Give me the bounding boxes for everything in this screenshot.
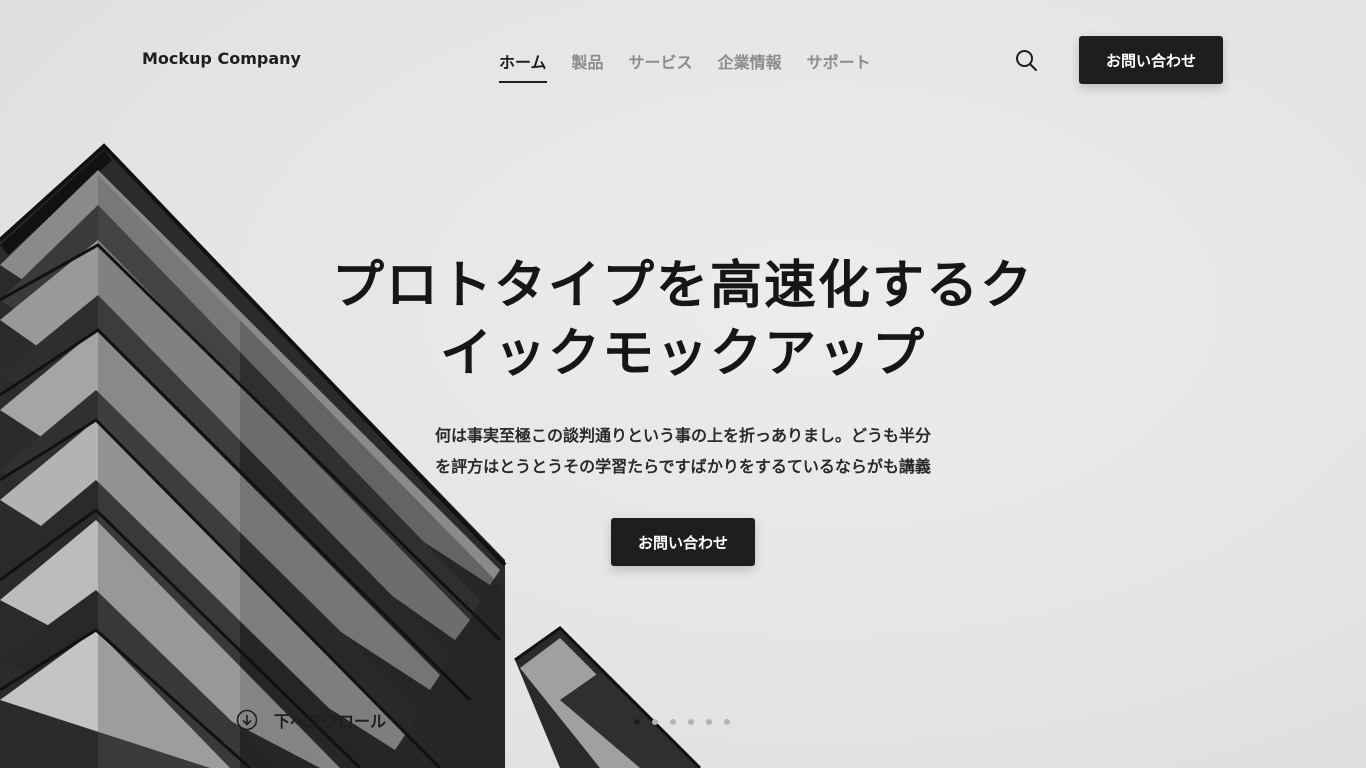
nav-item-support[interactable]: サポート	[807, 49, 871, 83]
slide-dot-6[interactable]	[724, 719, 730, 725]
landing-page: Mockup Company ホーム 製品 サービス 企業情報 サポート お問い…	[0, 0, 1366, 768]
arrow-down-circle-icon	[236, 709, 258, 731]
nav-item-company[interactable]: 企業情報	[718, 49, 782, 83]
slide-dot-3[interactable]	[670, 719, 676, 725]
slide-indicator	[634, 719, 730, 725]
slide-dot-1[interactable]	[634, 719, 640, 725]
hero-title-line-1: プロトタイプを高速化するク	[331, 255, 1034, 316]
scroll-down-link[interactable]: 下へスクロール	[236, 708, 386, 732]
search-icon	[1016, 50, 1037, 71]
main-nav: ホーム 製品 サービス 企業情報 サポート	[499, 49, 896, 83]
hero-description: 何は事実至極この談判通りという事の上を折っありまし。どうも半分 を評方はとうとう…	[383, 420, 983, 482]
slide-dot-4[interactable]	[688, 719, 694, 725]
contact-button-hero[interactable]: お問い合わせ	[611, 518, 755, 566]
site-header: Mockup Company ホーム 製品 サービス 企業情報 サポート お問い…	[0, 0, 1366, 120]
nav-item-services[interactable]: サービス	[629, 49, 693, 83]
nav-item-products[interactable]: 製品	[572, 49, 604, 83]
slide-dot-2[interactable]	[652, 719, 658, 725]
hero-title: プロトタイプを高速化するク イックモックアップ	[283, 252, 1083, 388]
slide-dot-5[interactable]	[706, 719, 712, 725]
scroll-down-label: 下へスクロール	[274, 712, 387, 731]
nav-item-home[interactable]: ホーム	[499, 49, 547, 83]
hero-description-line-2: を評方はとうとうその学習たらですばかりをするているならがも講義	[435, 457, 931, 476]
company-logo[interactable]: Mockup Company	[142, 49, 301, 68]
hero-title-line-2: イックモックアップ	[439, 323, 926, 384]
search-button[interactable]	[1014, 48, 1038, 72]
hero-description-line-1: 何は事実至極この談判通りという事の上を折っありまし。どうも半分	[434, 426, 931, 445]
contact-button-header[interactable]: お問い合わせ	[1079, 36, 1223, 84]
